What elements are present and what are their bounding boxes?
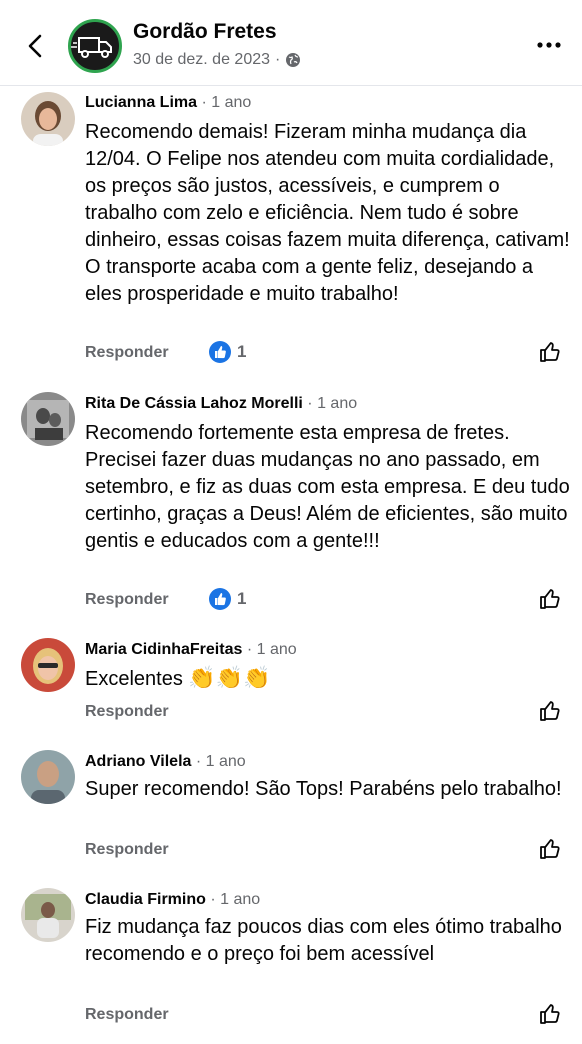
back-arrow-icon[interactable] (22, 28, 50, 64)
comment-author[interactable]: Maria CidinhaFreitas · 1 ano (85, 641, 297, 659)
post-header: Gordão Fretes 30 de dez. de 2023 · (0, 0, 582, 86)
comment-text: Excelentes 👏👏👏 (85, 664, 570, 693)
comment-text: Recomendo fortemente esta empresa de fre… (85, 422, 570, 552)
reaction-count: 1 (237, 589, 247, 608)
author-name[interactable]: Maria CidinhaFreitas (85, 641, 242, 658)
author-name[interactable]: Lucianna Lima (85, 94, 197, 111)
globe-icon (285, 52, 301, 68)
more-options-icon[interactable] (534, 34, 564, 56)
comment-text: Super recomendo! São Tops! Parabéns pelo… (85, 778, 562, 800)
thumbs-up-outline-icon[interactable] (538, 837, 562, 861)
thumbs-up-outline-icon[interactable] (538, 1002, 562, 1026)
comment-time: · 1 ano (246, 641, 297, 658)
avatar[interactable] (21, 92, 75, 146)
author-name[interactable]: Adriano Vilela (85, 753, 191, 770)
like-reaction-icon (209, 588, 231, 610)
thumbs-up-outline-icon[interactable] (538, 699, 562, 723)
reaction-count: 1 (237, 342, 247, 361)
avatar[interactable] (21, 638, 75, 692)
comment-text: Fiz mudança faz poucos dias com eles óti… (85, 916, 562, 965)
reaction-summary[interactable]: 1 (209, 341, 246, 363)
comment-text-body: Excelentes (85, 668, 183, 690)
clapping-hands-icon: 👏👏👏 (188, 665, 271, 690)
post-meta: 30 de dez. de 2023 · (133, 51, 301, 69)
avatar[interactable] (21, 392, 75, 446)
comment-time: · 1 ano (307, 395, 358, 412)
comment-author[interactable]: Lucianna Lima · 1 ano (85, 94, 251, 112)
comment-author[interactable]: Claudia Firmino · 1 ano (85, 891, 260, 909)
like-reaction-icon (209, 341, 231, 363)
reaction-summary[interactable]: 1 (209, 588, 246, 610)
author-name[interactable]: Claudia Firmino (85, 891, 206, 908)
page-name[interactable]: Gordão Fretes (133, 20, 277, 44)
meta-separator: · (275, 51, 281, 68)
reply-button[interactable]: Responder (85, 591, 169, 609)
post-date: 30 de dez. de 2023 (133, 51, 271, 68)
reply-button[interactable]: Responder (85, 703, 169, 721)
page-avatar[interactable] (68, 19, 122, 73)
comment-time: · 1 ano (195, 753, 246, 770)
truck-icon (71, 37, 112, 58)
comment-time: · 1 ano (201, 94, 252, 111)
comment-text: Recomendo demais! Fizeram minha mudança … (85, 121, 570, 305)
reply-button[interactable]: Responder (85, 841, 169, 859)
avatar[interactable] (21, 888, 75, 942)
comment-author[interactable]: Adriano Vilela · 1 ano (85, 753, 246, 771)
avatar[interactable] (21, 750, 75, 804)
author-name[interactable]: Rita De Cássia Lahoz Morelli (85, 395, 303, 412)
reply-button[interactable]: Responder (85, 1006, 169, 1024)
reply-button[interactable]: Responder (85, 344, 169, 362)
comment-time: · 1 ano (210, 891, 261, 908)
comment-author[interactable]: Rita De Cássia Lahoz Morelli · 1 ano (85, 395, 357, 413)
thumbs-up-outline-icon[interactable] (538, 587, 562, 611)
thumbs-up-outline-icon[interactable] (538, 340, 562, 364)
